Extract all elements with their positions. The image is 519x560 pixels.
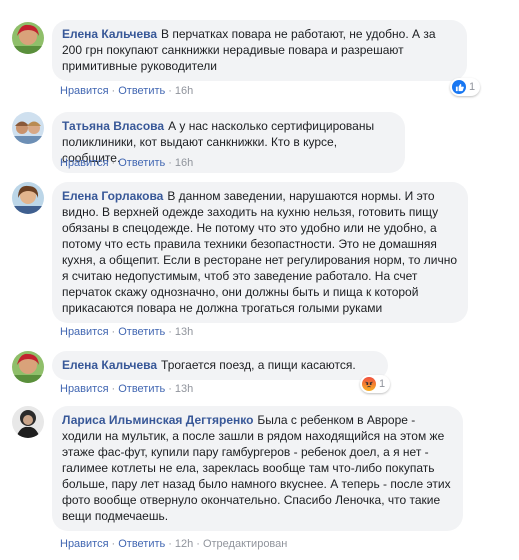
comment-text: В данном заведении, нарушаются нормы. И … — [62, 189, 458, 315]
comment-bubble: Елена Горлакова В данном заведении, наруш… — [52, 182, 468, 323]
reply-link[interactable]: Ответить — [118, 157, 165, 169]
comment-actions: Нравится · Ответить · 12h · Отредактирован — [60, 537, 287, 551]
like-link[interactable]: Нравится — [60, 157, 109, 169]
comment-text: Была с ребенком в Авроре - ходили на мул… — [62, 413, 451, 523]
comment-author[interactable]: Елена Кальчева — [62, 358, 157, 372]
avatar[interactable] — [12, 406, 44, 438]
reply-link[interactable]: Ответить — [118, 538, 165, 550]
reply-link[interactable]: Ответить — [118, 383, 165, 395]
comment-bubble: Елена Кальчева Трогается поезд, а пищи ка… — [52, 351, 388, 380]
separator-dot: · — [168, 326, 172, 338]
comment: Елена Кальчева Трогается поезд, а пищи ка… — [0, 345, 519, 400]
comment-author[interactable]: Елена Горлакова — [62, 189, 163, 203]
comment-actions: Нравится · Ответить · 13h — [60, 382, 193, 396]
comment-time[interactable]: 13h — [175, 383, 193, 395]
avatar[interactable] — [12, 182, 44, 214]
comment-time[interactable]: 16h — [175, 85, 193, 97]
separator-dot: · — [111, 326, 116, 338]
separator-dot: · — [168, 157, 172, 169]
edited-label[interactable]: Отредактирован — [203, 538, 287, 550]
separator-dot: · — [168, 538, 172, 550]
comment-time[interactable]: 16h — [175, 157, 193, 169]
comment-author[interactable]: Лариса Ильминская Дегтяренко — [62, 413, 253, 427]
reply-link[interactable]: Ответить — [118, 326, 165, 338]
reaction-count: 1 — [379, 378, 386, 390]
comment-text: Трогается поезд, а пищи касаются. — [161, 358, 356, 372]
separator-dot: · — [111, 85, 116, 97]
avatar[interactable] — [12, 22, 44, 54]
separator-dot: · — [196, 538, 200, 550]
like-link[interactable]: Нравится — [60, 383, 109, 395]
separator-dot: · — [111, 157, 116, 169]
comment-bubble: Елена Кальчева В перчатках повара не рабо… — [52, 20, 467, 81]
like-link[interactable]: Нравится — [60, 538, 109, 550]
comment-author[interactable]: Татьяна Власова — [62, 119, 164, 133]
avatar[interactable] — [12, 112, 44, 144]
separator-dot: · — [111, 383, 116, 395]
comment-author[interactable]: Елена Кальчева — [62, 27, 157, 41]
comment-time[interactable]: 13h — [175, 326, 193, 338]
comment-actions: Нравится · Ответить · 16h — [60, 84, 193, 98]
comment: Елена Кальчева В перчатках повара не рабо… — [0, 0, 519, 105]
comment: Лариса Ильминская Дегтяренко Была с ребен… — [0, 400, 519, 560]
like-link[interactable]: Нравится — [60, 326, 109, 338]
separator-dot: · — [168, 383, 172, 395]
reaction-badge[interactable]: 1 — [450, 78, 481, 96]
comment-bubble: Лариса Ильминская Дегтяренко Была с ребен… — [52, 406, 463, 531]
comment: Татьяна Власова А у нас насколько сертифи… — [0, 105, 519, 175]
comment-time[interactable]: 12h — [175, 538, 193, 550]
reaction-badge[interactable]: 1 — [360, 375, 391, 393]
comment-actions: Нравится · Ответить · 16h — [60, 156, 193, 170]
like-link[interactable]: Нравится — [60, 85, 109, 97]
comment: Елена Горлакова В данном заведении, наруш… — [0, 175, 519, 345]
separator-dot: · — [168, 85, 172, 97]
reaction-count: 1 — [469, 81, 476, 93]
avatar[interactable] — [12, 351, 44, 383]
like-icon — [452, 80, 466, 94]
angry-icon — [362, 377, 376, 391]
separator-dot: · — [111, 538, 116, 550]
comment-actions: Нравится · Ответить · 13h — [60, 325, 193, 339]
reply-link[interactable]: Ответить — [118, 85, 165, 97]
